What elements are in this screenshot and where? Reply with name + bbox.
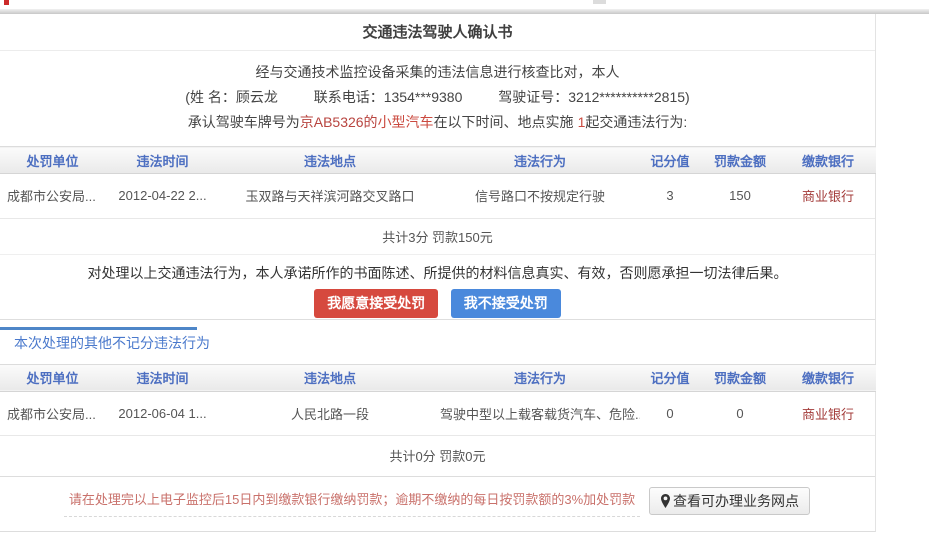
intro-line-3: 承认驾驶车牌号为京AB5326的小型汽车在以下时间、地点实施1起交通违法行为: bbox=[0, 110, 875, 135]
section-tab-indicator bbox=[0, 327, 197, 330]
column-header: 缴款银行 bbox=[780, 364, 876, 391]
violation-cell: 150 bbox=[700, 174, 780, 218]
reject-penalty-button[interactable]: 我不接受处罚 bbox=[451, 289, 561, 318]
other-violations-section-link[interactable]: 本次处理的其他不记分违法行为 bbox=[0, 334, 875, 353]
violation-cell: 驾驶中型以上载客载货汽车、危险... bbox=[440, 391, 640, 435]
other-violations-summary: 共计0分 罚款0元 bbox=[0, 435, 875, 476]
vehicle-type: 小型汽车 bbox=[378, 114, 434, 130]
payment-notice-bar: 请在处理完以上电子监控后15日内到缴款银行缴纳罚款；逾期不缴纳的每日按罚款额的3… bbox=[0, 476, 875, 525]
column-header: 违法地点 bbox=[220, 364, 440, 391]
violation-cell: 0 bbox=[700, 391, 780, 435]
other-table-header-row: 处罚单位违法时间违法地点违法行为记分值罚款金额缴款银行 bbox=[0, 364, 876, 391]
cutoff-gray-fragment bbox=[593, 0, 606, 4]
violation-cell: 成都市公安局... bbox=[0, 391, 105, 435]
view-branches-button[interactable]: 查看可办理业务网点 bbox=[649, 487, 810, 515]
intro-block: 经与交通技术监控设备采集的违法信息进行核查比对，本人 (姓 名：顾云龙 联系电话… bbox=[0, 51, 875, 135]
driver-license: 驾驶证号：3212**********2815) bbox=[498, 85, 689, 110]
violation-cell: 2012-06-04 1... bbox=[105, 391, 220, 435]
bank-link[interactable]: 商业银行 bbox=[802, 407, 854, 422]
page-title: 交通违法驾驶人确认书 bbox=[0, 14, 875, 51]
accept-penalty-button[interactable]: 我愿意接受处罚 bbox=[314, 289, 438, 318]
bank-link[interactable]: 商业银行 bbox=[802, 189, 854, 204]
violation-cell: 信号路口不按规定行驶 bbox=[440, 174, 640, 218]
column-header: 缴款银行 bbox=[780, 147, 876, 174]
violation-cell: 2012-04-22 2... bbox=[105, 174, 220, 218]
violation-cell: 玉双路与天祥滨河路交叉路口 bbox=[220, 174, 440, 218]
violations-table-header-row: 处罚单位违法时间违法地点违法行为记分值罚款金额缴款银行 bbox=[0, 147, 876, 174]
violation-cell: 商业银行 bbox=[780, 391, 876, 435]
other-violations-table: 处罚单位违法时间违法地点违法行为记分值罚款金额缴款银行 成都市公安局...201… bbox=[0, 364, 876, 436]
driver-name: (姓 名：顾云龙 bbox=[185, 85, 278, 110]
confirm-middle: 在以下时间、地点实施 bbox=[434, 114, 574, 130]
payment-deadline-notice: 请在处理完以上电子监控后15日内到缴款银行缴纳罚款；逾期不缴纳的每日按罚款额的3… bbox=[64, 486, 640, 517]
column-header: 违法时间 bbox=[105, 364, 220, 391]
column-header: 处罚单位 bbox=[0, 364, 105, 391]
column-header: 罚款金额 bbox=[700, 147, 780, 174]
map-pin-icon bbox=[660, 494, 671, 508]
column-header: 记分值 bbox=[640, 147, 700, 174]
violations-table: 处罚单位违法时间违法地点违法行为记分值罚款金额缴款银行 成都市公安局...201… bbox=[0, 146, 876, 218]
column-header: 违法行为 bbox=[440, 364, 640, 391]
column-header: 违法地点 bbox=[220, 147, 440, 174]
column-header: 违法行为 bbox=[440, 147, 640, 174]
decision-buttons: 我愿意接受处罚 我不接受处罚 bbox=[0, 289, 875, 318]
violation-cell: 0 bbox=[640, 391, 700, 435]
violation-row: 成都市公安局...2012-04-22 2...玉双路与天祥滨河路交叉路口信号路… bbox=[0, 174, 876, 218]
violation-cell: 3 bbox=[640, 174, 700, 218]
column-header: 记分值 bbox=[640, 364, 700, 391]
violation-cell: 人民北路一段 bbox=[220, 391, 440, 435]
plate-number: 京AB5326的 bbox=[300, 114, 378, 130]
violations-summary: 共计3分 罚款150元 bbox=[0, 218, 875, 255]
intro-line-2: (姓 名：顾云龙 联系电话：1354***9380 驾驶证号：3212*****… bbox=[0, 85, 875, 110]
column-header: 违法时间 bbox=[105, 147, 220, 174]
confirmation-panel: 交通违法驾驶人确认书 经与交通技术监控设备采集的违法信息进行核查比对，本人 (姓… bbox=[0, 14, 876, 532]
column-header: 处罚单位 bbox=[0, 147, 105, 174]
driver-phone: 联系电话：1354***9380 bbox=[314, 85, 463, 110]
view-branches-label: 查看可办理业务网点 bbox=[673, 491, 799, 511]
column-header: 罚款金额 bbox=[700, 364, 780, 391]
confirm-prefix: 承认驾驶车牌号为 bbox=[188, 114, 300, 130]
confirm-suffix: 起交通违法行为: bbox=[585, 114, 687, 130]
section-divider bbox=[0, 319, 875, 320]
commitment-statement: 对处理以上交通违法行为，本人承诺所作的书面陈述、所提供的材料信息真实、有效，否则… bbox=[0, 265, 875, 282]
violation-cell: 商业银行 bbox=[780, 174, 876, 218]
violation-row: 成都市公安局...2012-06-04 1...人民北路一段驾驶中型以上载客载货… bbox=[0, 391, 876, 435]
violation-cell: 成都市公安局... bbox=[0, 174, 105, 218]
cutoff-red-icon bbox=[4, 0, 9, 5]
intro-line-1: 经与交通技术监控设备采集的违法信息进行核查比对，本人 bbox=[0, 60, 875, 85]
